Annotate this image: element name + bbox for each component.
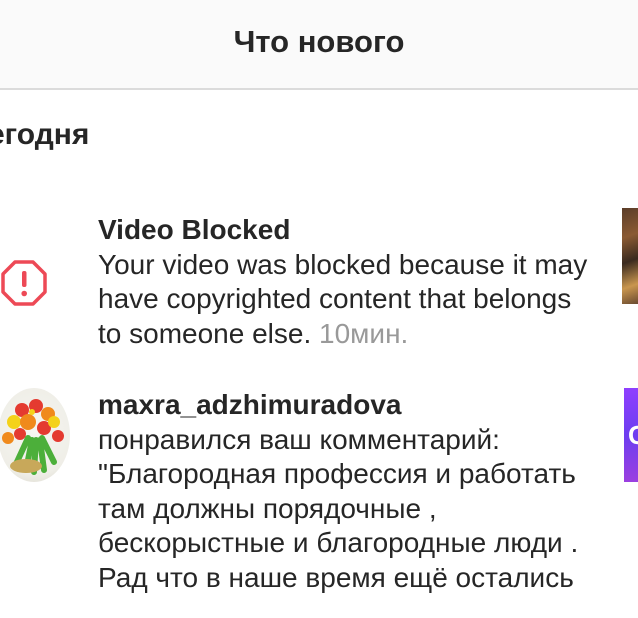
avatar[interactable] — [0, 388, 70, 482]
alert-octagon-icon — [1, 260, 47, 306]
notification-title: Video Blocked — [98, 214, 291, 245]
notification-comment-like[interactable]: maxra_adzhimuradova понравился ваш комме… — [98, 388, 598, 595]
thumbnail-text: С — [628, 420, 638, 450]
balloon-flowers-image — [2, 399, 64, 475]
notification-username[interactable]: maxra_adzhimuradova — [98, 388, 598, 423]
notification-video-blocked[interactable]: Video Blocked Your video was blocked bec… — [98, 213, 598, 351]
section-title-today: егодня — [0, 118, 90, 151]
page-title: Что нового — [233, 24, 405, 59]
top-header: Что нового — [0, 0, 638, 90]
post-thumbnail[interactable] — [622, 208, 638, 304]
post-thumbnail[interactable]: С — [624, 388, 638, 482]
notification-body: понравился ваш комментарий: "Благородная… — [98, 423, 579, 593]
notification-time: 10мин. — [319, 317, 409, 349]
